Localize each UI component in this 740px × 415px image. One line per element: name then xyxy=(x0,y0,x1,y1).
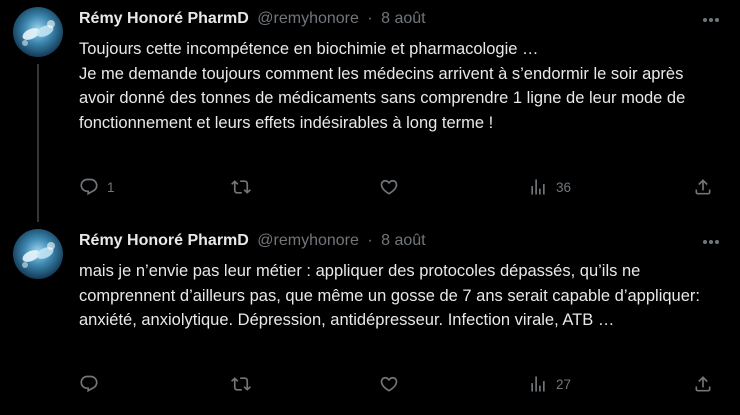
views-icon xyxy=(531,179,545,195)
tweet-header: Rémy Honoré PharmD @remyhonore · 8 août xyxy=(79,9,700,29)
tweet-date[interactable]: 8 août xyxy=(381,10,425,27)
reply-button[interactable]: 1 xyxy=(79,175,115,199)
avatar-image xyxy=(13,7,63,57)
tweet-text-line: Je me demande toujours comment les médec… xyxy=(79,64,686,132)
tweet-actions: 1 36 xyxy=(79,175,719,199)
retweet-icon xyxy=(231,377,251,391)
retweet-button[interactable] xyxy=(231,372,259,396)
share-button[interactable] xyxy=(693,372,713,396)
views-button[interactable]: 27 xyxy=(528,372,571,396)
tweet-text: mais je n’envie pas leur métier : appliq… xyxy=(79,259,719,333)
avatar[interactable] xyxy=(13,7,63,57)
views-count: 27 xyxy=(556,376,572,392)
tweet[interactable]: Rémy Honoré PharmD @remyhonore · 8 août … xyxy=(0,222,740,415)
reply-button[interactable] xyxy=(79,372,107,396)
retweet-icon xyxy=(231,180,251,194)
author-handle[interactable]: @remyhonore xyxy=(257,10,359,27)
share-icon xyxy=(695,376,711,392)
tweet-text: Toujours cette incompétence en biochimie… xyxy=(79,37,719,135)
share-button[interactable] xyxy=(693,175,713,199)
views-count: 36 xyxy=(556,179,572,195)
separator: · xyxy=(367,10,373,27)
tweet-text-line: Toujours cette incompétence en biochimie… xyxy=(79,40,539,58)
more-icon xyxy=(703,240,719,244)
more-icon xyxy=(703,18,719,22)
views-icon xyxy=(531,376,545,392)
more-button[interactable] xyxy=(700,10,722,30)
tweet-text-line: mais je n’envie pas leur métier : appliq… xyxy=(79,262,700,329)
like-button[interactable] xyxy=(379,372,407,396)
author-handle[interactable]: @remyhonore xyxy=(257,232,359,249)
separator: · xyxy=(367,232,373,249)
tweet-header: Rémy Honoré PharmD @remyhonore · 8 août xyxy=(79,231,700,251)
heart-icon xyxy=(380,179,398,195)
tweet-date[interactable]: 8 août xyxy=(381,232,425,249)
retweet-button[interactable] xyxy=(231,175,259,199)
thread-line xyxy=(37,64,39,222)
author-name[interactable]: Rémy Honoré PharmD xyxy=(79,10,249,27)
author-name[interactable]: Rémy Honoré PharmD xyxy=(79,232,249,249)
like-button[interactable] xyxy=(379,175,407,199)
heart-icon xyxy=(380,376,398,392)
share-icon xyxy=(695,179,711,195)
reply-count: 1 xyxy=(107,179,115,195)
avatar-image xyxy=(13,229,63,279)
tweet-actions: 27 xyxy=(79,372,719,396)
avatar[interactable] xyxy=(13,229,63,279)
views-button[interactable]: 36 xyxy=(528,175,571,199)
reply-icon xyxy=(80,375,98,393)
more-button[interactable] xyxy=(700,232,722,252)
tweet[interactable]: Rémy Honoré PharmD @remyhonore · 8 août … xyxy=(0,0,740,222)
reply-icon xyxy=(80,178,98,196)
